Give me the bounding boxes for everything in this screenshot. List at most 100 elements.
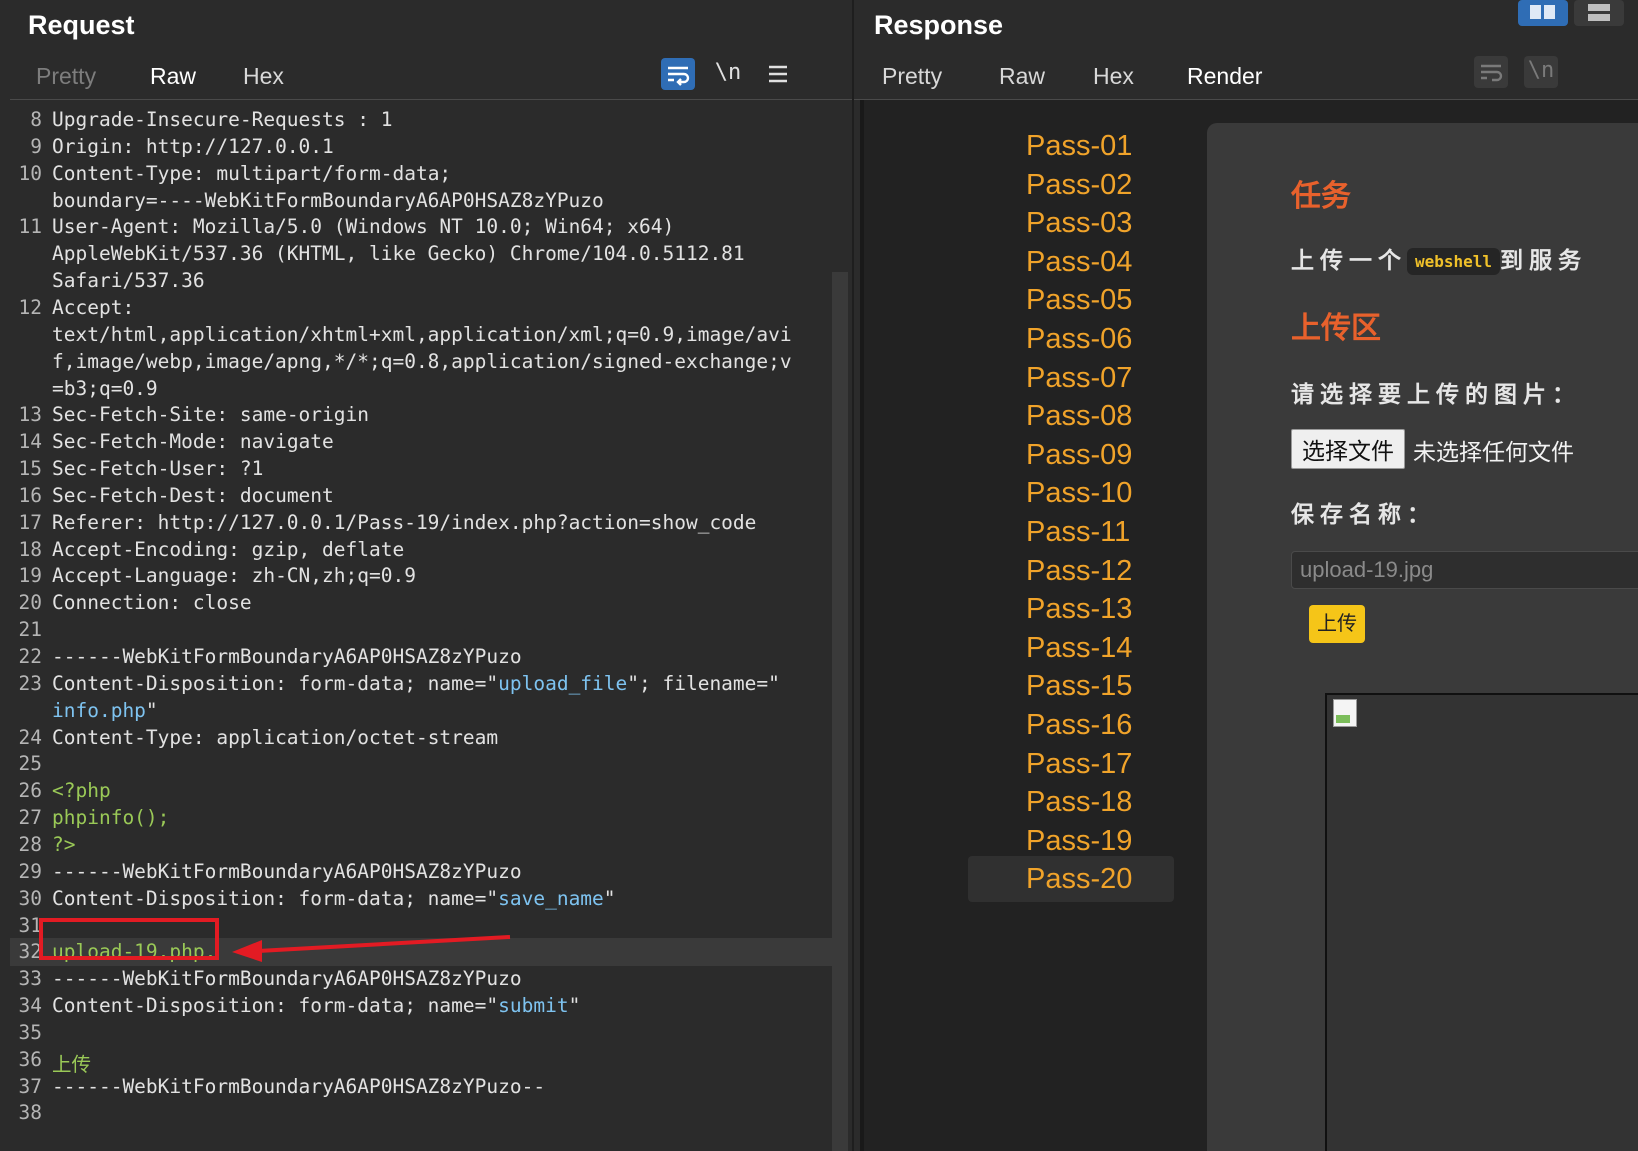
code-line: ?>: [52, 832, 76, 856]
code-line: Accept-Language: zh-CN,zh;q=0.9: [52, 564, 416, 588]
newline-toggle-button[interactable]: \n: [1524, 56, 1558, 88]
tab-hex[interactable]: Hex: [1093, 58, 1134, 100]
line-number: 36: [18, 1047, 42, 1071]
pass-link-pass-17[interactable]: Pass-17: [1026, 748, 1132, 781]
line-number: 24: [18, 725, 42, 749]
request-pane: Request Pretty Raw Hex \n 8 Upgrade-Insec…: [0, 0, 854, 1151]
upload-button[interactable]: 上传: [1309, 605, 1365, 643]
line-number: 28: [18, 832, 42, 856]
pass-link-pass-18[interactable]: Pass-18: [1026, 786, 1132, 819]
pass-link-pass-11[interactable]: Pass-11: [1026, 516, 1130, 549]
request-editor[interactable]: 8 Upgrade-Insecure-Requests : 1 9 Origin: h…: [10, 100, 832, 1151]
request-title: Request: [28, 10, 135, 40]
broken-image-icon: [1333, 699, 1357, 727]
line-number: 13: [18, 403, 42, 427]
response-title: Response: [874, 10, 1004, 40]
task-text-after: 到服务: [1500, 248, 1588, 274]
pass-link-pass-01[interactable]: Pass-01: [1026, 130, 1132, 163]
code-line: <?php: [52, 779, 111, 803]
line-number: 17: [18, 510, 42, 534]
pass-link-pass-04[interactable]: Pass-04: [1026, 246, 1132, 279]
line-number: 29: [18, 859, 42, 883]
pass-link-pass-10[interactable]: Pass-10: [1026, 477, 1132, 510]
file-status: 未选择任何文件: [1413, 439, 1574, 465]
pass-link-pass-03[interactable]: Pass-03: [1026, 207, 1132, 240]
line-number: 34: [18, 994, 42, 1018]
line-number: 23: [18, 671, 42, 695]
pass-link-pass-02[interactable]: Pass-02: [1026, 169, 1132, 202]
task-description: 上传一个 webshell 到服务: [1291, 241, 1587, 275]
newline-toggle-button[interactable]: \n: [711, 58, 745, 90]
tab-raw[interactable]: Raw: [126, 58, 221, 103]
pass-link-pass-13[interactable]: Pass-13: [1026, 593, 1132, 626]
code-line: Sec-Fetch-Mode: navigate: [52, 430, 334, 454]
line-number: 26: [18, 779, 42, 803]
save-name-label: 保存名称：: [1291, 502, 1436, 528]
line-number: 19: [18, 564, 42, 588]
tab-hex[interactable]: Hex: [243, 58, 284, 100]
uploaded-image-frame: [1325, 693, 1638, 1151]
line-number: 12: [18, 295, 42, 319]
pass-link-pass-06[interactable]: Pass-06: [1026, 323, 1132, 356]
code-line: info.php": [52, 698, 158, 722]
tab-render[interactable]: Render: [1162, 58, 1288, 103]
pass-link-pass-14[interactable]: Pass-14: [1026, 632, 1132, 665]
line-number: 8: [30, 108, 42, 131]
line-number: 35: [18, 1020, 42, 1044]
choose-file-button[interactable]: 选择文件: [1291, 429, 1405, 469]
code-line: Content-Disposition: form-data; name="up…: [52, 671, 780, 695]
line-number: 14: [18, 430, 42, 454]
pass-link-pass-05[interactable]: Pass-05: [1026, 284, 1132, 317]
code-line: Origin: http://127.0.0.1: [52, 134, 334, 158]
code-line: Referer: http://127.0.0.1/Pass-19/index.…: [52, 510, 757, 534]
code-line: =b3;q=0.9: [52, 376, 158, 400]
line-number: 25: [18, 752, 42, 776]
pass-link-pass-20[interactable]: Pass-20: [1026, 863, 1132, 896]
code-line: 上传: [52, 1052, 92, 1076]
pass-link-pass-19[interactable]: Pass-19: [1026, 825, 1132, 858]
tab-pretty[interactable]: Pretty: [882, 58, 942, 100]
annotation-highlight-box: [39, 918, 219, 960]
line-number: 18: [18, 537, 42, 561]
pass-link-pass-08[interactable]: Pass-08: [1026, 400, 1132, 433]
line-number: 22: [18, 645, 42, 668]
upload-heading: 上传区: [1291, 311, 1381, 346]
tab-pretty[interactable]: Pretty: [36, 58, 96, 100]
line-number: 38: [18, 1101, 42, 1125]
line-number: 11: [18, 215, 42, 239]
split-layout-icon[interactable]: [1518, 0, 1568, 26]
wrap-icon[interactable]: [661, 58, 695, 90]
content-card: 任务 上传一个 webshell 到服务 上传区 请选择要上传的图片： 选择文件 未…: [1207, 123, 1638, 1151]
code-line: ------WebKitFormBoundaryA6AP0HSAZ8zYPuzo: [52, 645, 522, 668]
code-line: User-Agent: Mozilla/5.0 (Windows NT 10.0…: [52, 215, 675, 239]
pass-link-pass-09[interactable]: Pass-09: [1026, 439, 1132, 472]
code-line: Content-Type: application/octet-stream: [52, 725, 499, 749]
stacked-layout-icon[interactable]: [1574, 0, 1624, 26]
request-scrollbar-thumb[interactable]: [832, 272, 848, 1151]
task-text-before: 上传一个: [1291, 248, 1407, 274]
choose-label: 请选择要上传的图片：: [1291, 382, 1581, 408]
wrap-icon[interactable]: [1474, 56, 1508, 88]
code-line: AppleWebKit/537.36 (KHTML, like Gecko) C…: [52, 242, 745, 266]
line-number: 27: [18, 806, 42, 830]
code-line: Upgrade-Insecure-Requests : 1: [52, 108, 393, 131]
pass-link-pass-16[interactable]: Pass-16: [1026, 709, 1132, 742]
pass-link-pass-15[interactable]: Pass-15: [1026, 670, 1132, 703]
save-name-input[interactable]: upload-19.jpg: [1291, 551, 1638, 589]
menu-icon[interactable]: [761, 58, 795, 90]
task-heading: 任务: [1291, 179, 1351, 214]
code-line: Content-Disposition: form-data; name="sa…: [52, 886, 616, 910]
task-code: webshell: [1407, 248, 1501, 275]
code-line: Connection: close: [52, 591, 252, 615]
line-number: 15: [18, 457, 42, 481]
pass-link-pass-12[interactable]: Pass-12: [1026, 555, 1132, 588]
code-line: Sec-Fetch-Dest: document: [52, 483, 334, 507]
line-number: 37: [18, 1074, 42, 1098]
tab-raw[interactable]: Raw: [999, 58, 1045, 100]
line-number: 30: [18, 886, 42, 910]
line-number: 9: [30, 134, 42, 158]
code-line: Sec-Fetch-User: ?1: [52, 457, 264, 481]
line-number: 32: [18, 940, 42, 964]
pass-link-pass-07[interactable]: Pass-07: [1026, 362, 1132, 395]
code-line: Sec-Fetch-Site: same-origin: [52, 403, 369, 427]
